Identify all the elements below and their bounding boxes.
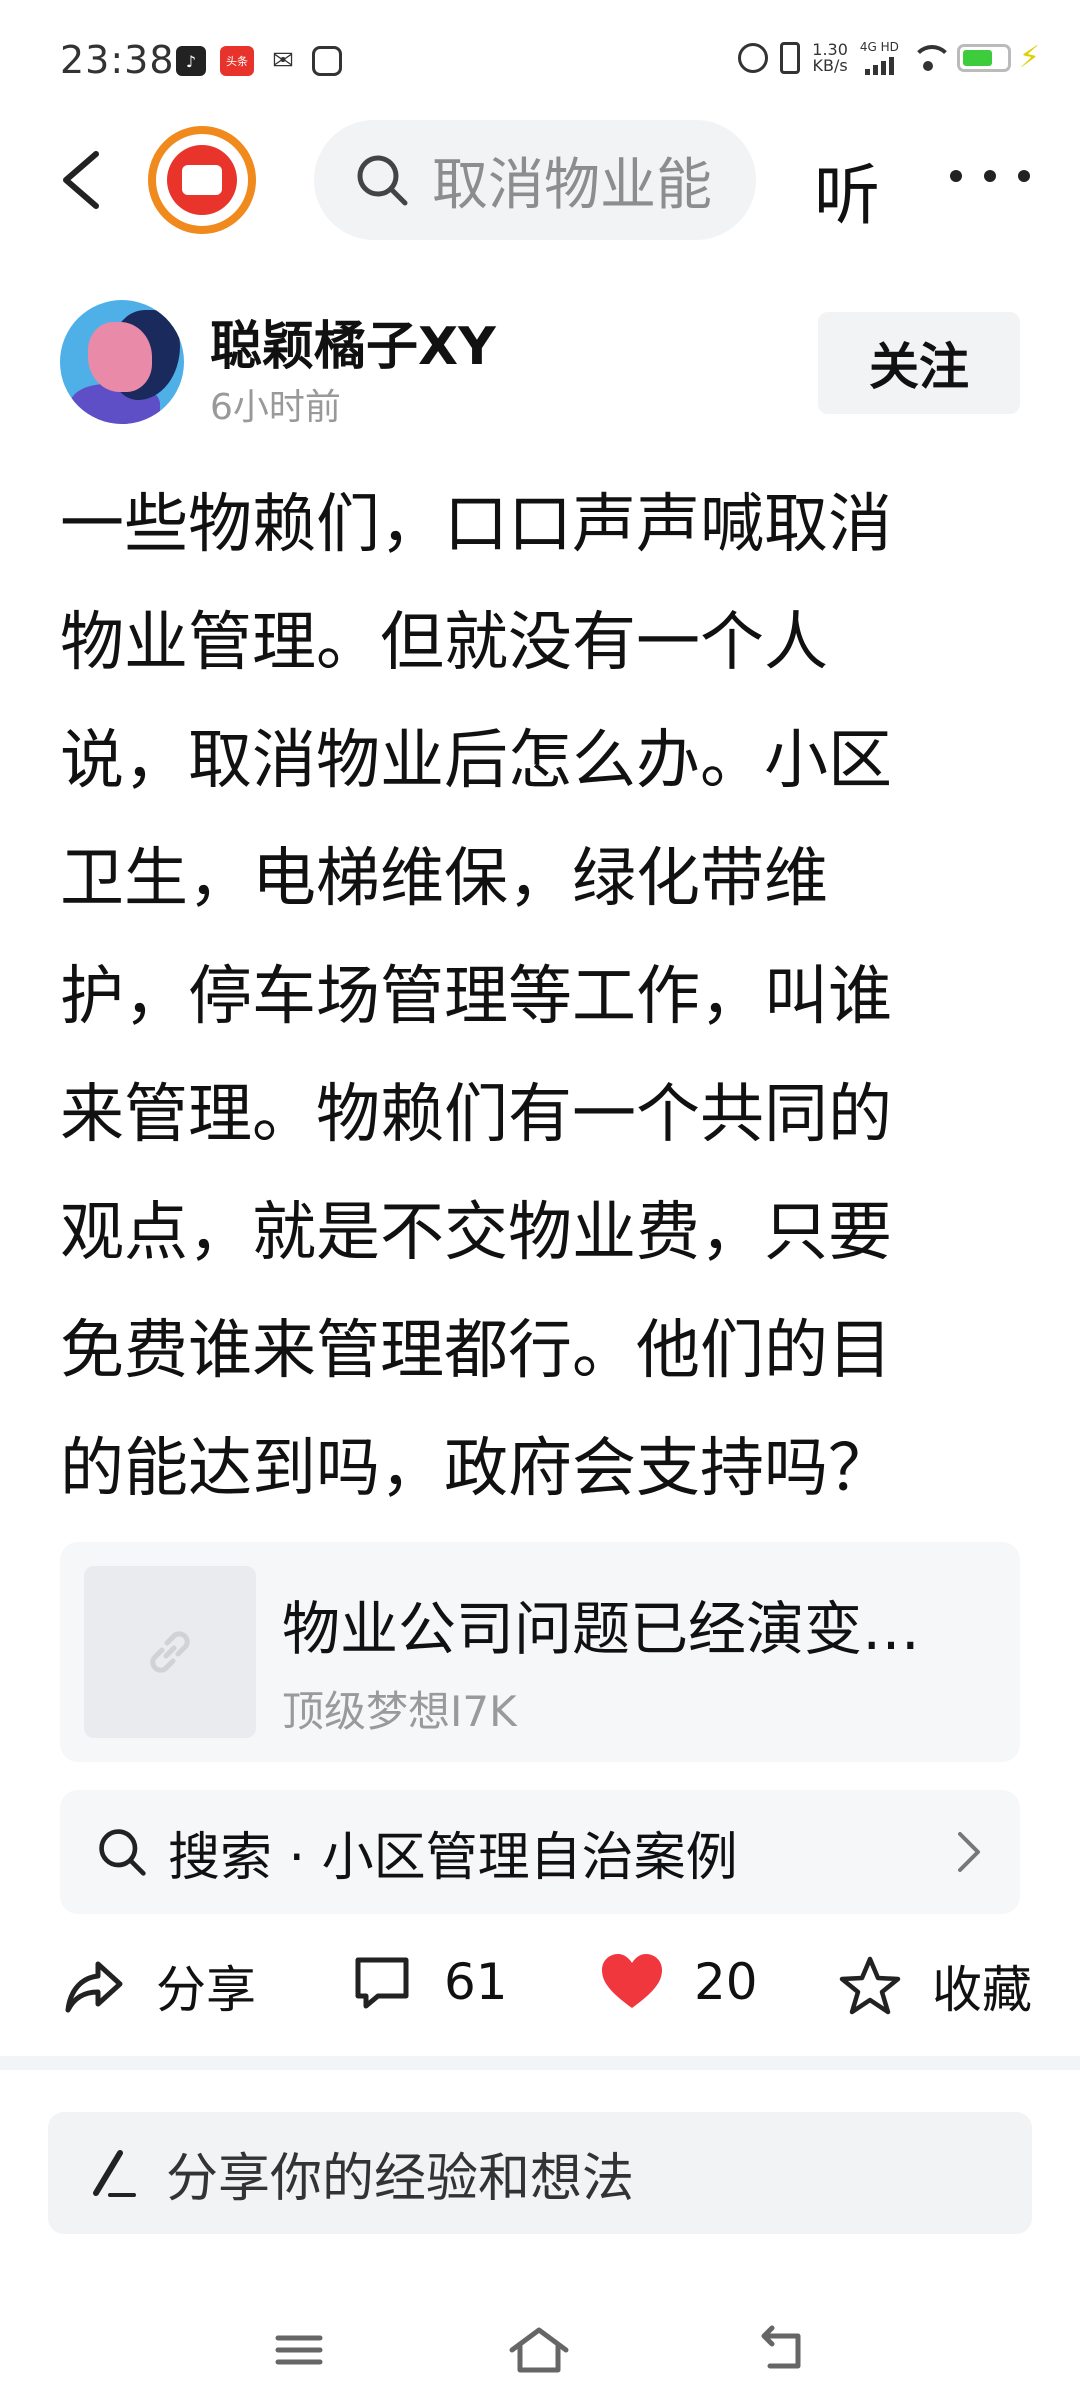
comment-placeholder: 分享你的经验和想法 [166,2148,635,2209]
action-bar: 分享 61 20 收藏 [0,1930,1080,2040]
search-icon [357,155,408,206]
return-icon [761,2325,801,2369]
favorite-button[interactable]: 收藏 [838,1950,1032,2022]
notification-icons: ♪ 头条 ✉ [176,46,342,76]
search-query: 取消物业能 [432,152,712,218]
douyin-notification-icon: ♪ [176,46,206,76]
post-time: 6小时前 [210,387,341,428]
related-search-suggestion[interactable]: 搜索 · 小区管理自治案例 [60,1790,1020,1914]
system-back-button[interactable] [746,2320,816,2380]
link-thumbnail [84,1566,256,1738]
status-time: 23:38 [60,38,175,82]
comment-button[interactable]: 61 [350,1950,508,2014]
like-count: 20 [694,1953,758,2011]
battery-level [962,49,993,66]
comment-input[interactable]: 分享你的经验和想法 [48,2112,1032,2234]
post-line: 护，停车场管理等工作，叫谁 [60,960,892,1034]
menu-icon [275,2335,323,2365]
search-icon [99,1829,146,1876]
comment-icon [355,1957,409,2009]
top-navigation: 取消物业能 听 [0,120,1080,240]
follow-button[interactable]: 关注 [818,312,1020,414]
more-options-icon[interactable] [950,156,1030,196]
system-navigation-bar [0,2300,1080,2408]
star-icon [839,1956,901,2015]
share-icon [65,1961,123,2013]
author-name[interactable]: 聪颖橘子XY [210,304,496,379]
section-divider [0,2056,1080,2070]
post-line: 一些物赖们，口口声声喊取消 [60,488,892,562]
suggestion-text: 搜索 · 小区管理自治案例 [168,1827,738,1888]
pen-icon [93,2150,136,2197]
signal-icon: 4G HD [860,41,899,75]
author-header: 聪颖橘子XY 6小时前 关注 [0,300,1080,430]
red-packet-logo[interactable] [148,126,256,234]
like-button[interactable]: 20 [600,1950,758,2014]
share-label: 分享 [156,1961,256,2019]
link-icon [150,1631,190,1673]
post-line: 观点，就是不交物业费，只要 [60,1196,892,1270]
post-line: 的能达到吗，政府会支持吗？ [60,1432,892,1506]
avatar[interactable] [60,300,184,424]
wifi-icon [910,44,953,71]
back-button[interactable] [52,148,112,212]
alarm-icon [738,42,769,73]
home-icon [509,2327,569,2373]
toutiao-notification-icon: 头条 [220,46,254,76]
battery-icon [956,43,1011,72]
post-line: 免费谁来管理都行。他们的目 [60,1314,892,1388]
vibrate-icon [780,41,801,74]
chevron-right-icon [958,1832,980,1872]
linked-article-title: 物业公司问题已经演变… [282,1595,921,1663]
charging-icon: ⚡ [1018,40,1040,75]
favorite-label: 收藏 [932,1961,1032,2019]
system-status-icons: 1.30 KB/s 4G HD ⚡ [738,40,1040,75]
linked-article-card[interactable]: 物业公司问题已经演变… 顶级梦想I7K [60,1542,1020,1762]
back-arrow-icon [63,151,99,209]
recent-apps-button[interactable] [264,2320,334,2380]
heart-icon [602,1954,662,2008]
post-line: 来管理。物赖们有一个共同的 [60,1078,892,1152]
home-button[interactable] [504,2320,574,2380]
post-line: 物业管理。但就没有一个人 [60,606,828,680]
post-line: 说，取消物业后怎么办。小区 [60,724,892,798]
wechat-notification-icon: ✉ [272,46,294,76]
post-line: 卫生，电梯维保，绿化带维 [60,842,828,916]
red-packet-icon [167,145,237,215]
listen-button[interactable]: 听 [814,142,880,238]
search-box[interactable]: 取消物业能 [314,120,756,240]
linked-article-source: 顶级梦想I7K [282,1687,517,1736]
app-notification-icon [312,46,342,76]
post-content: 一些物赖们，口口声声喊取消 物业管理。但就没有一个人 说，取消物业后怎么办。小区… [60,466,1020,1528]
comment-count: 61 [444,1953,508,2011]
status-bar: 23:38 ♪ 头条 ✉ 1.30 KB/s 4G HD ⚡ [0,0,1080,120]
network-speed: 1.30 KB/s [812,39,848,75]
share-button[interactable]: 分享 [62,1950,256,2022]
